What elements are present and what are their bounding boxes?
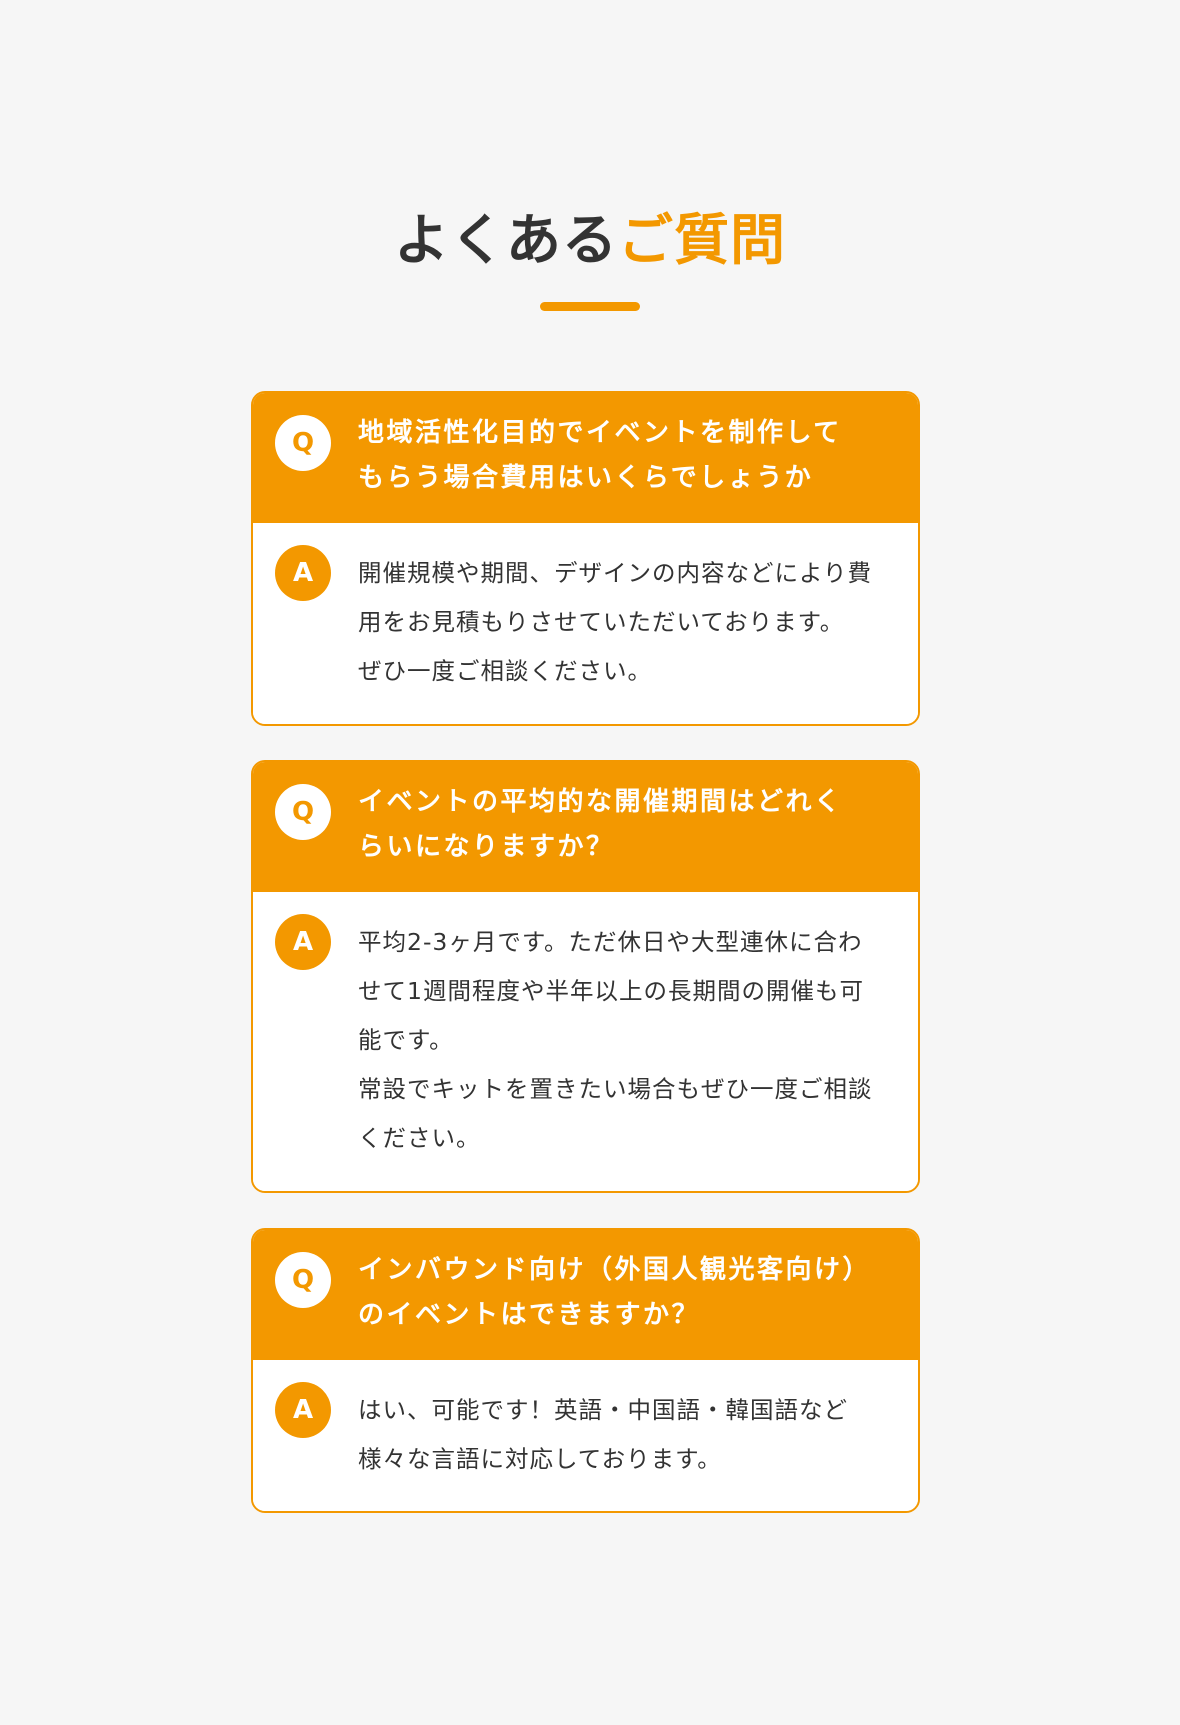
faq-answer: A 平均2-3ヶ月です。ただ休日や大型連休に合わ せて1週間程度や半年以上の長期… — [253, 892, 918, 1191]
faq-answer: A 開催規模や期間、デザインの内容などにより費 用をお見積もりさせていただいてお… — [253, 523, 918, 724]
faq-question[interactable]: Q インバウンド向け（外国人観光客向け） のイベントはできますか？ — [253, 1230, 918, 1360]
faq-question[interactable]: Q イベントの平均的な開催期間はどれく らいになりますか？ — [253, 762, 918, 892]
answer-badge-icon: A — [275, 545, 331, 601]
question-badge-icon: Q — [275, 784, 331, 840]
answer-badge-icon: A — [275, 1382, 331, 1438]
answer-text: 開催規模や期間、デザインの内容などにより費 用をお見積もりさせていただいておりま… — [358, 559, 873, 685]
page-title-main: よくある — [393, 208, 618, 272]
question-text: イベントの平均的な開催期間はどれく らいになりますか？ — [358, 787, 843, 862]
faq-answer: A はい、可能です！英語・中国語・韓国語など 様々な言語に対応しております。 — [253, 1360, 918, 1511]
question-badge-icon: Q — [275, 1252, 331, 1308]
question-badge-icon: Q — [275, 415, 331, 471]
faq-question[interactable]: Q 地域活性化目的でイベントを制作して もらう場合費用はいくらでしょうか — [253, 393, 918, 523]
faq-item: Q イベントの平均的な開催期間はどれく らいになりますか？ A 平均2-3ヶ月で… — [251, 760, 920, 1193]
answer-text: 平均2-3ヶ月です。ただ休日や大型連休に合わ せて1週間程度や半年以上の長期間の… — [358, 928, 873, 1152]
question-text: インバウンド向け（外国人観光客向け） のイベントはできますか？ — [358, 1255, 872, 1330]
page-title: よくあるご質問 — [0, 200, 1180, 280]
answer-badge-icon: A — [275, 914, 331, 970]
faq-item: Q 地域活性化目的でイベントを制作して もらう場合費用はいくらでしょうか A 開… — [251, 391, 920, 726]
question-text: 地域活性化目的でイベントを制作して もらう場合費用はいくらでしょうか — [358, 418, 842, 493]
title-underline — [540, 302, 640, 311]
answer-text: はい、可能です！英語・中国語・韓国語など 様々な言語に対応しております。 — [358, 1396, 848, 1473]
faq-item: Q インバウンド向け（外国人観光客向け） のイベントはできますか？ A はい、可… — [251, 1228, 920, 1513]
page-title-accent: ご質問 — [618, 208, 787, 272]
